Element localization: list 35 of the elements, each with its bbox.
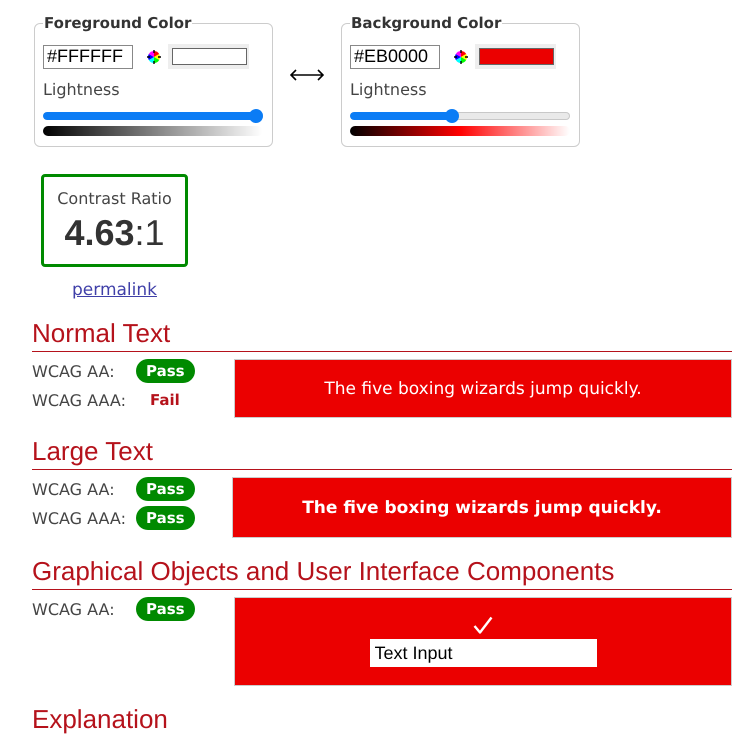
color-swatch-button[interactable] (475, 44, 556, 69)
color-wheel-icon[interactable] (454, 50, 468, 64)
criterion-label: WCAG AAA: (32, 508, 127, 528)
pass-badge: Pass (136, 477, 195, 501)
lightness-label: Lightness (43, 79, 121, 101)
criterion-label: WCAG AA: (32, 600, 116, 618)
criterion-label: WCAG AA: (32, 362, 116, 380)
check-icon (473, 616, 493, 634)
pass-badge: Pass (136, 506, 195, 530)
pass-badge: Pass (136, 597, 195, 621)
section-heading: Large Text (32, 436, 154, 466)
section-heading: Normal Text (32, 318, 172, 348)
contrast-value: 4.63:1 (64, 212, 165, 252)
swap-icon[interactable] (290, 69, 324, 81)
sample-text: The five boxing wizards jump quickly. (324, 378, 642, 398)
panel-title: Background Color (350, 13, 502, 33)
hex-input[interactable]: #EB0000 (350, 44, 440, 68)
text-input-field[interactable]: Text Input (370, 639, 596, 667)
panel-title: Foreground Color (43, 13, 192, 33)
section-heading: Explanation (32, 704, 169, 734)
pass-badge: Pass (136, 359, 195, 383)
slider-thumb[interactable] (444, 109, 459, 123)
criterion-label: WCAG AAA: (32, 390, 127, 410)
sample-text: The five boxing wizards jump quickly. (302, 498, 662, 518)
slider-track[interactable] (350, 112, 570, 120)
color-wheel-icon[interactable] (147, 50, 161, 64)
color-swatch-button[interactable] (168, 44, 249, 69)
hex-input[interactable]: #FFFFFF (43, 44, 133, 68)
section-heading: Graphical Objects and User Interface Components (32, 556, 616, 586)
slider-thumb[interactable] (249, 109, 263, 123)
permalink-link[interactable]: permalink (72, 280, 157, 300)
contrast-label: Contrast Ratio (57, 188, 172, 208)
fail-label: Fail (149, 390, 180, 411)
lightness-label: Lightness (350, 79, 428, 101)
criterion-label: WCAG AA: (32, 480, 116, 498)
